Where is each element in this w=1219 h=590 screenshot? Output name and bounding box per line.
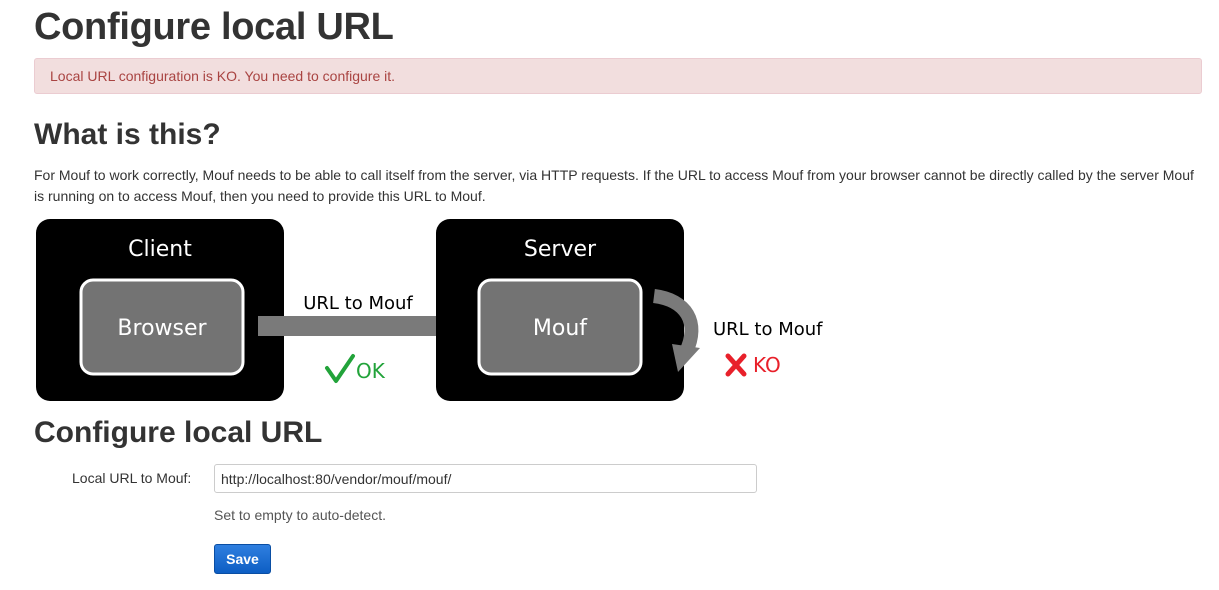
browser-label: Browser [117, 316, 207, 341]
cross-icon [725, 353, 747, 377]
error-alert: Local URL configuration is KO. You need … [34, 58, 1202, 94]
local-url-input[interactable] [214, 464, 757, 493]
client-server-diagram: Client Browser URL to Mouf OK Server Mou… [36, 219, 823, 401]
save-button[interactable]: Save [214, 544, 271, 574]
check-icon [325, 354, 355, 383]
ko-label: KO [753, 353, 781, 377]
arrow-label: URL to Mouf [303, 293, 413, 314]
help-text: Set to empty to auto-detect. [214, 507, 386, 523]
mouf-label: Mouf [533, 316, 588, 341]
page-title: Configure local URL [34, 6, 394, 48]
server-label: Server [524, 237, 597, 262]
configure-heading: Configure local URL [34, 416, 323, 449]
loop-label: URL to Mouf [713, 319, 823, 340]
ok-label: OK [356, 359, 386, 383]
local-url-label: Local URL to Mouf: [72, 470, 192, 486]
description-text: For Mouf to work correctly, Mouf needs t… [34, 167, 1194, 204]
what-is-this-heading: What is this? [34, 118, 221, 151]
client-label: Client [128, 237, 192, 262]
